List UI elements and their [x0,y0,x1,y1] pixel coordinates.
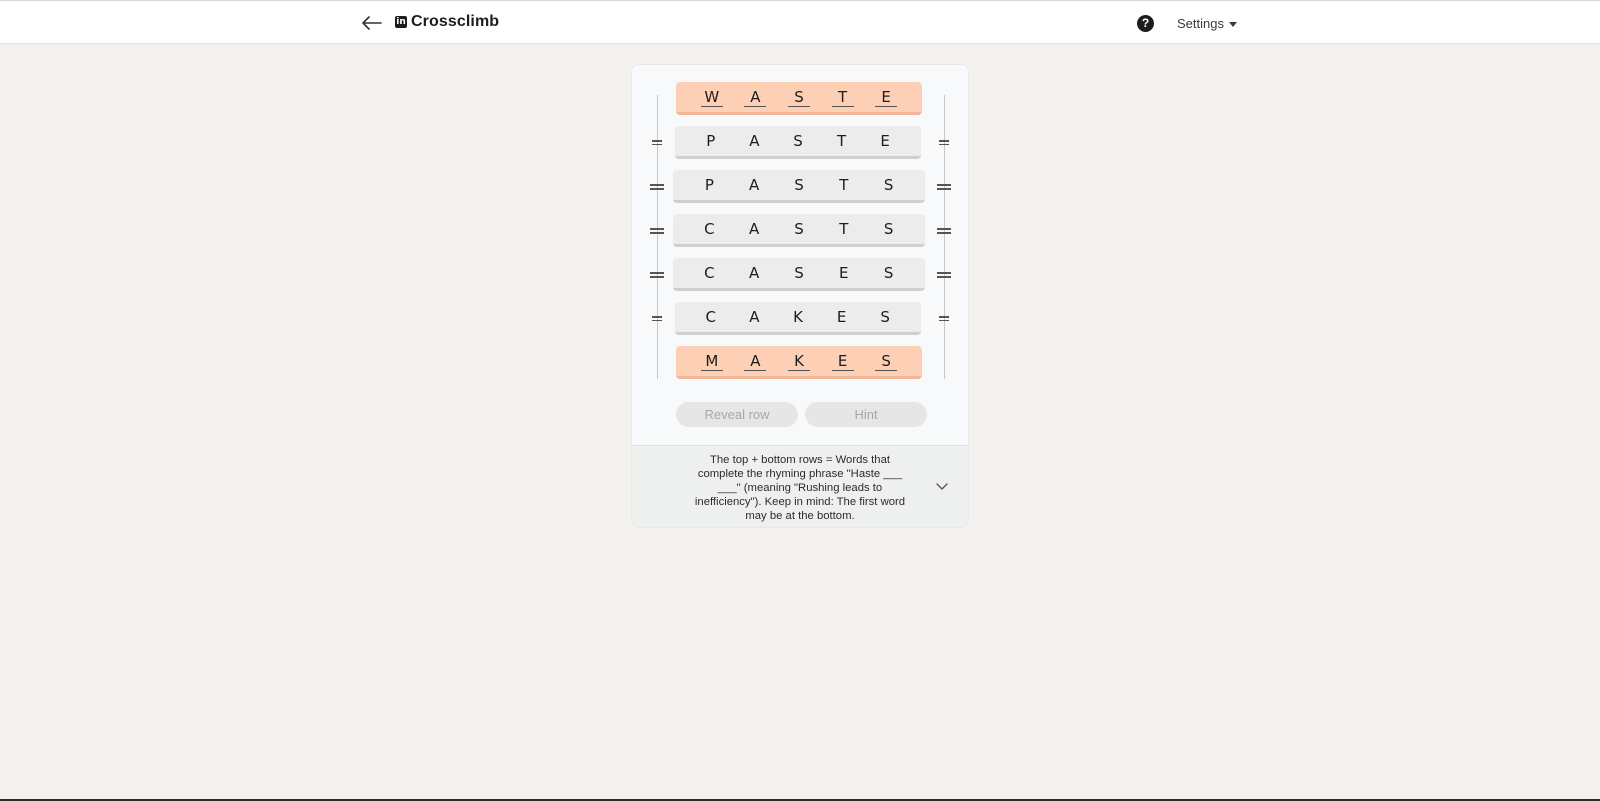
letter-cell: A [749,308,760,326]
settings-label: Settings [1177,16,1224,31]
handle-line [937,228,951,230]
letter-cell: S [880,308,890,326]
top-bar: in Crossclimb ? Settings [0,0,1600,44]
letter-cell: T [836,132,847,150]
handle-line [937,276,951,278]
handle-line [650,188,664,190]
drag-handle-icon[interactable] [650,184,664,190]
letter-cell: S [883,264,894,282]
handle-line [652,316,662,318]
drag-handle-icon[interactable] [937,184,951,190]
letter-cell: E [831,352,854,371]
letter-cell: S [794,176,804,194]
letter-cell: E [875,88,898,107]
action-buttons: Reveal row Hint [676,402,927,427]
drag-handle-icon[interactable] [650,228,664,234]
letter-cell: A [749,176,760,194]
fixed-word-row: MAKES [676,346,922,379]
letter-cell: W [700,88,723,107]
drag-handle-icon[interactable] [652,140,662,145]
brand: in Crossclimb [395,13,499,31]
letter-cell: C [704,264,715,282]
help-icon[interactable]: ? [1137,15,1154,32]
handle-line [937,188,951,190]
letter-cell: C [704,220,715,238]
arrow-left-icon [362,16,382,30]
caret-down-icon [1228,21,1237,27]
handle-line [652,140,662,142]
letter-cell: E [880,132,890,150]
game-card: Reveal row Hint The top + bottom rows = … [631,64,969,528]
handle-line [939,143,949,145]
letter-cell: A [744,88,767,107]
letter-cell: A [749,264,760,282]
drag-handle-icon[interactable] [937,272,951,278]
handle-line [650,228,664,230]
reveal-row-button[interactable]: Reveal row [676,402,798,427]
movable-word-row[interactable]: CASES [673,258,925,291]
letter-cell: S [883,220,894,238]
movable-word-row[interactable]: CASTS [673,214,925,247]
letter-cell: S [787,88,810,107]
handle-line [937,272,951,274]
chevron-down-icon[interactable] [935,479,949,493]
letter-cell: S [883,176,894,194]
clue-panel[interactable]: The top + bottom rows = Words that compl… [632,445,968,527]
letter-cell: P [706,132,716,150]
page-title: Crossclimb [411,13,500,30]
letter-cell: A [749,220,760,238]
handle-line [939,316,949,318]
letter-cell: E [836,308,847,326]
clue-text: The top + bottom rows = Words that compl… [694,454,906,522]
letter-cell: A [744,352,767,371]
letter-cell: T [839,220,849,238]
letter-cell: S [793,132,803,150]
letter-cell: S [875,352,898,371]
hint-button[interactable]: Hint [805,402,927,427]
left-rail [657,95,658,379]
handle-line [939,319,949,321]
drag-handle-icon[interactable] [652,316,662,321]
handle-line [650,232,664,234]
letter-cell: A [749,132,760,150]
handle-line [937,232,951,234]
handle-line [650,184,664,186]
letter-cell: M [700,352,723,371]
drag-handle-icon[interactable] [939,140,949,145]
letter-cell: K [787,352,810,371]
letter-cell: E [839,264,849,282]
back-button[interactable] [360,12,384,34]
letter-cell: S [794,220,804,238]
handle-line [937,184,951,186]
movable-word-row[interactable]: PASTS [673,170,925,203]
settings-dropdown[interactable]: Settings [1177,16,1237,31]
linkedin-logo-icon: in [395,16,407,28]
handle-line [652,319,662,321]
movable-word-row[interactable]: PASTE [675,126,921,159]
fixed-word-row: WASTE [676,82,922,115]
letter-cell: T [831,88,854,107]
drag-handle-icon[interactable] [650,272,664,278]
letter-cell: K [793,308,803,326]
letter-cell: C [705,308,717,326]
letter-cell: P [704,176,714,194]
letter-cell: S [794,264,804,282]
drag-handle-icon[interactable] [937,228,951,234]
letter-cell: T [839,176,849,194]
drag-handle-icon[interactable] [939,316,949,321]
handle-line [939,140,949,142]
handle-line [650,276,664,278]
handle-line [652,143,662,145]
right-rail [944,95,945,379]
movable-word-row[interactable]: CAKES [675,302,921,335]
handle-line [650,272,664,274]
